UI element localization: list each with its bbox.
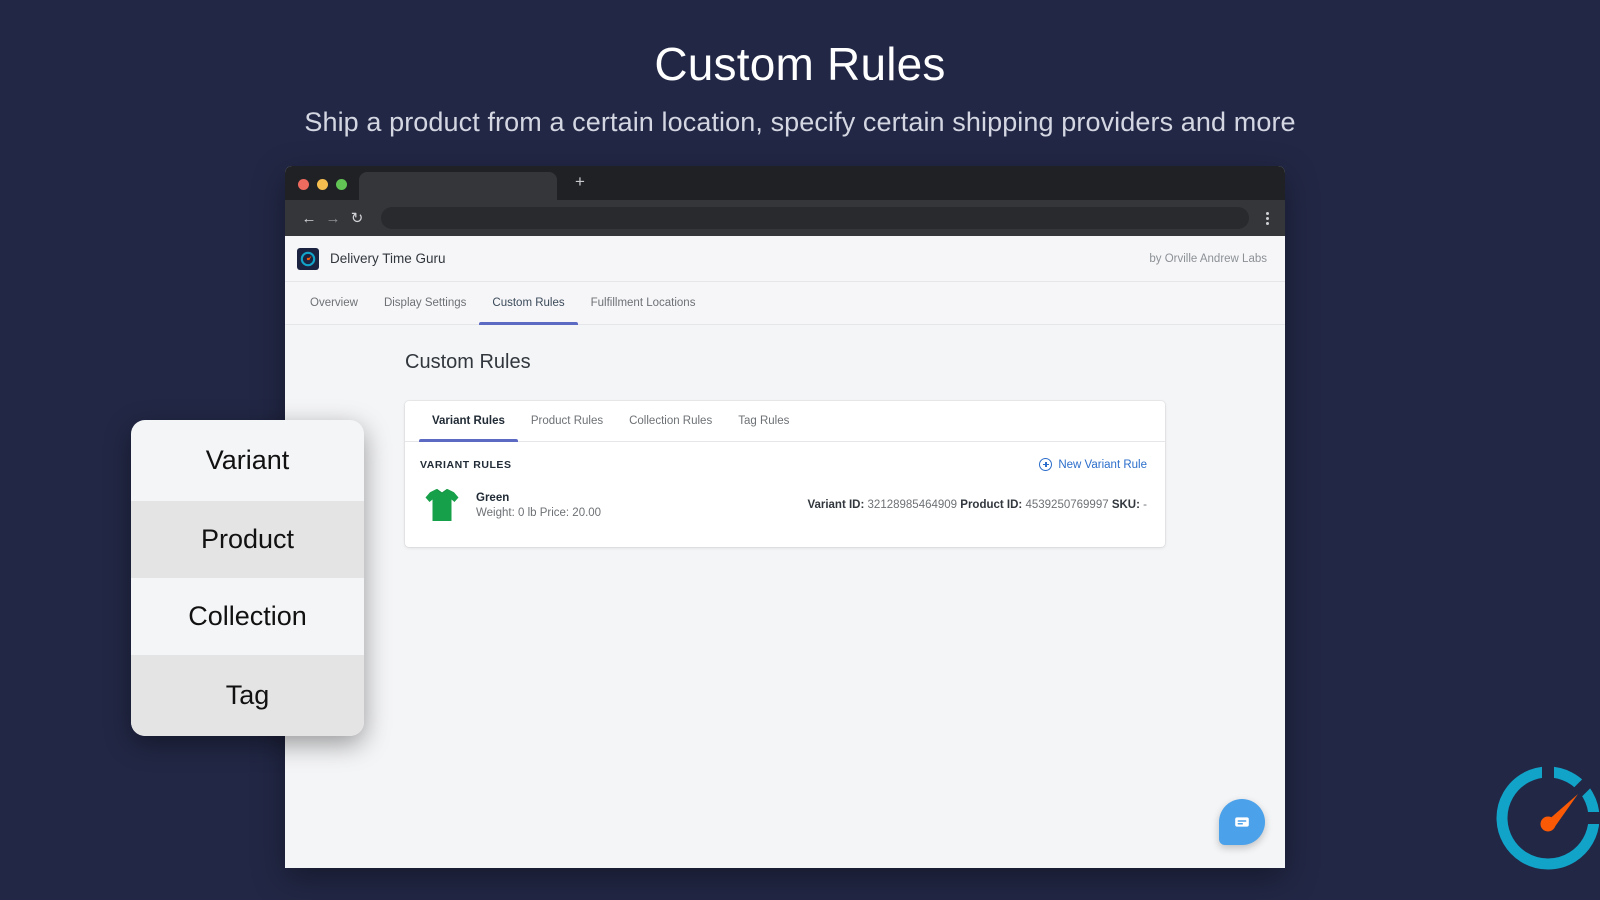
rule-type-dropdown[interactable]: Variant Product Collection Tag <box>131 420 364 736</box>
variant-id-label: Variant ID: <box>807 499 864 511</box>
chat-support-button[interactable] <box>1219 799 1265 845</box>
new-variant-rule-label: New Variant Rule <box>1058 459 1147 471</box>
dropdown-item-variant[interactable]: Variant <box>131 420 364 501</box>
sku-label: SKU: <box>1112 499 1140 511</box>
rule-meta: Weight: 0 lb Price: 20.00 <box>476 507 601 519</box>
forward-icon[interactable]: → <box>321 210 345 227</box>
plus-circle-icon <box>1039 458 1052 471</box>
nav-tab-custom-rules[interactable]: Custom Rules <box>479 282 577 324</box>
app-title: Delivery Time Guru <box>330 251 446 266</box>
kebab-menu-icon[interactable] <box>1259 210 1275 227</box>
app-viewport: Delivery Time Guru by Orville Andrew Lab… <box>285 236 1285 868</box>
dropdown-item-tag[interactable]: Tag <box>131 655 364 736</box>
table-row[interactable]: Green Weight: 0 lb Price: 20.00 Variant … <box>420 485 1147 525</box>
rule-text-block: Green Weight: 0 lb Price: 20.00 <box>476 492 601 519</box>
card-tab-strip: Variant Rules Product Rules Collection R… <box>405 401 1165 442</box>
window-controls <box>285 179 359 200</box>
dropdown-item-collection[interactable]: Collection <box>131 578 364 655</box>
green-tshirt-icon <box>420 485 464 525</box>
custom-rules-card: Variant Rules Product Rules Collection R… <box>405 401 1165 547</box>
app-nav-tabs: Overview Display Settings Custom Rules F… <box>285 282 1285 325</box>
sku-value: - <box>1143 499 1147 511</box>
back-icon[interactable]: ← <box>297 210 321 227</box>
close-window-button[interactable] <box>298 179 309 190</box>
product-id-value: 4539250769997 <box>1025 499 1108 511</box>
nav-tab-display-settings[interactable]: Display Settings <box>371 282 479 324</box>
tab-collection-rules[interactable]: Collection Rules <box>616 401 725 441</box>
tab-product-rules[interactable]: Product Rules <box>518 401 616 441</box>
card-header-row: VARIANT RULES New Variant Rule <box>420 458 1147 471</box>
chat-message-icon <box>1232 812 1252 832</box>
browser-toolbar: ← → ↻ <box>285 200 1285 236</box>
browser-window: + ← → ↻ Delivery Time Guru by Orv <box>285 166 1285 868</box>
content-heading: Custom Rules <box>405 351 1285 374</box>
new-tab-button[interactable]: + <box>575 173 585 190</box>
card-body: VARIANT RULES New Variant Rule <box>405 442 1165 547</box>
tab-variant-rules[interactable]: Variant Rules <box>419 401 518 441</box>
variant-id-value: 32128985464909 <box>868 499 958 511</box>
reload-icon[interactable]: ↻ <box>345 209 369 227</box>
speedometer-badge-icon <box>1488 758 1600 878</box>
dropdown-item-product[interactable]: Product <box>131 501 364 578</box>
nav-tab-fulfillment-locations[interactable]: Fulfillment Locations <box>578 282 709 324</box>
rule-identifiers: Variant ID: 32128985464909 Product ID: 4… <box>807 499 1147 511</box>
speedometer-logo-icon <box>297 248 319 270</box>
product-id-label: Product ID: <box>960 499 1022 511</box>
app-content: Custom Rules Variant Rules Product Rules… <box>285 325 1285 547</box>
tab-tag-rules[interactable]: Tag Rules <box>725 401 802 441</box>
nav-tab-overview[interactable]: Overview <box>297 282 371 324</box>
browser-tab-bar: + <box>285 166 1285 200</box>
maximize-window-button[interactable] <box>336 179 347 190</box>
page-title: Custom Rules <box>0 38 1600 91</box>
hero-section: Custom Rules Ship a product from a certa… <box>0 0 1600 138</box>
browser-tab[interactable] <box>359 172 557 200</box>
new-variant-rule-button[interactable]: New Variant Rule <box>1039 458 1147 471</box>
rule-title: Green <box>476 492 601 504</box>
page-subtitle: Ship a product from a certain location, … <box>0 107 1600 138</box>
app-vendor-label: by Orville Andrew Labs <box>1149 253 1267 265</box>
minimize-window-button[interactable] <box>317 179 328 190</box>
section-title: VARIANT RULES <box>420 459 512 471</box>
address-bar-input[interactable] <box>381 207 1249 229</box>
app-header: Delivery Time Guru by Orville Andrew Lab… <box>285 236 1285 282</box>
screenshot-stage: Custom Rules Ship a product from a certa… <box>0 0 1600 900</box>
